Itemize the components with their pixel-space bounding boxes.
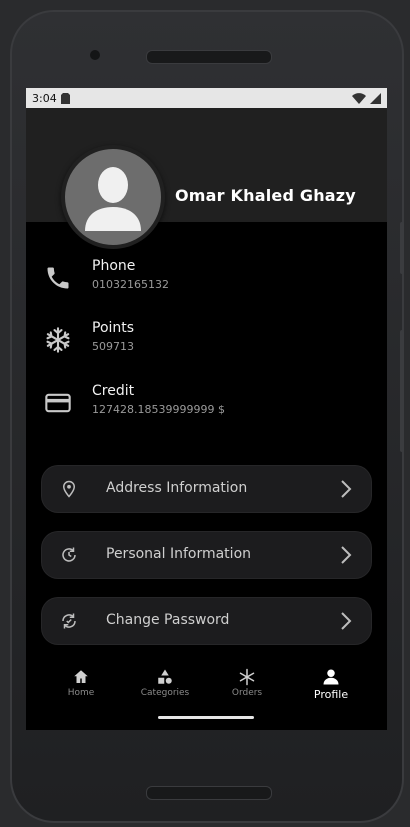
nav-home[interactable]: Home [46,668,116,698]
phone-value: 01032165132 [92,278,169,291]
nav-home-label: Home [67,688,95,698]
nav-profile-label: Profile [313,688,349,701]
credit-label: Credit [92,383,135,399]
info-row-points: Points 509713 [26,320,387,360]
personal-information-button[interactable]: Personal Information [42,532,371,578]
wifi-icon [352,92,366,104]
history-icon [62,547,76,562]
chevron-right-icon [341,480,352,498]
personal-information-label: Personal Information [106,546,252,562]
bottom-navigation: Home Categories Orders Profile [26,658,387,730]
power-button [400,330,404,452]
points-label: Points [92,320,135,336]
snowflake-icon [239,668,255,686]
credit-card-icon [45,393,71,413]
avatar[interactable] [61,145,165,249]
change-password-label: Change Password [106,612,230,628]
nav-categories[interactable]: Categories [130,668,200,698]
home-icon [74,670,88,683]
status-time: 3:04 [32,91,57,105]
bottom-speaker [146,786,272,800]
volume-button [400,222,404,274]
snowflake-icon [46,327,70,353]
info-row-phone: Phone 01032165132 [26,258,387,298]
top-speaker [146,50,272,64]
points-value: 509713 [92,340,134,353]
credit-value: 127428.18539999999 $ [92,403,225,416]
signal-icon [370,92,381,104]
nav-profile[interactable]: Profile [296,668,366,701]
address-information-button[interactable]: Address Information [42,466,371,512]
nav-categories-label: Categories [140,688,190,698]
app-screen: 3:04 Omar Khaled Ghazy Phone 01032165132 [26,88,387,730]
change-password-button[interactable]: Change Password [42,598,371,644]
categories-icon [158,669,172,684]
address-information-label: Address Information [106,480,248,496]
chevron-right-icon [341,546,352,564]
front-camera [90,50,100,60]
sim-card-icon [60,92,70,104]
nav-orders-label: Orders [231,688,263,698]
info-row-credit: Credit 127428.18539999999 $ [26,383,387,423]
location-pin-icon [62,480,76,498]
phone-label: Phone [92,258,136,274]
nav-orders[interactable]: Orders [212,668,282,698]
profile-name: Omar Khaled Ghazy [175,186,356,205]
status-bar: 3:04 [26,88,387,108]
home-indicator[interactable] [158,716,254,719]
person-icon [323,669,339,685]
user-silhouette-icon [85,167,141,231]
refresh-icon [62,613,76,629]
phone-icon [47,267,69,289]
chevron-right-icon [341,612,352,630]
